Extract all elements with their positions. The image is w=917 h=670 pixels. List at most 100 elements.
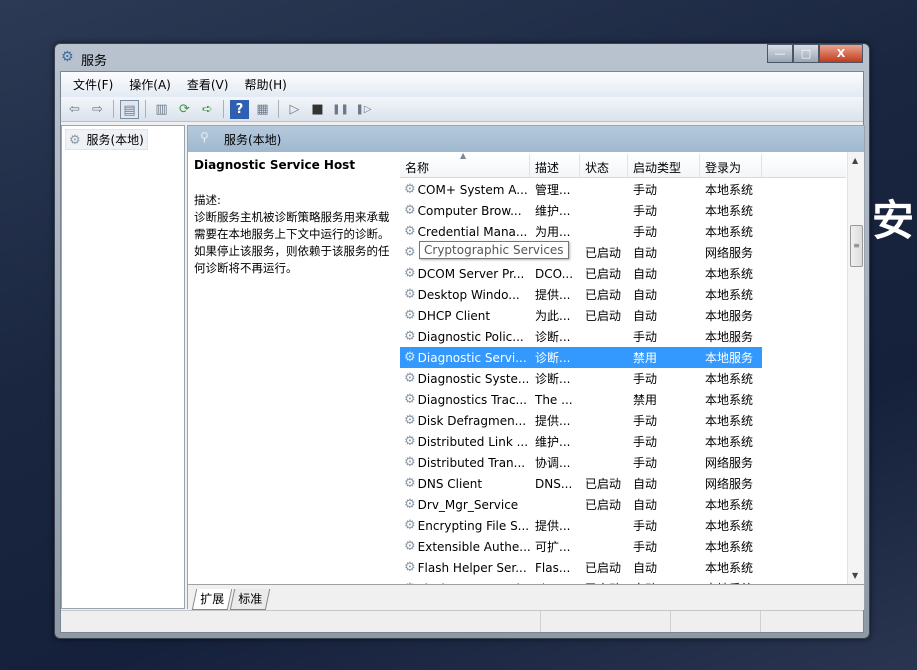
- cell-name: ⚙ Distributed Tran...: [400, 455, 530, 470]
- menu-view[interactable]: 查看(V): [179, 76, 237, 93]
- menu-file[interactable]: 文件(F): [65, 76, 121, 93]
- cell-startup-type: 手动: [633, 540, 658, 554]
- tree-item-services-local[interactable]: ⚙ 服务(本地): [65, 129, 148, 150]
- table-row[interactable]: ⚙ Diagnostic Servi... 诊断... 禁用 本地服务: [400, 347, 762, 368]
- gear-icon: ⚙: [404, 560, 416, 575]
- back-icon[interactable]: ⇦: [65, 100, 84, 119]
- column-header-name[interactable]: ▲ 名称: [400, 152, 530, 177]
- tab-standard[interactable]: 标准: [229, 589, 271, 610]
- cell-log-on-as: 本地系统: [705, 288, 754, 302]
- table-row[interactable]: ⚙ Diagnostic Polic... 诊断... 手动 本地服务: [400, 326, 762, 347]
- service-name: Diagnostic Service Host: [194, 158, 356, 172]
- table-row[interactable]: ⚙ Desktop Windo... 提供... 已启动 自动 本地系统: [400, 284, 762, 305]
- table-row[interactable]: ⚙ Credential Mana... 为用... 手动 本地系统: [400, 221, 762, 242]
- minimize-button[interactable]: —: [767, 44, 793, 63]
- cell-name: ⚙ Encrypting File S...: [400, 518, 530, 533]
- menu-action[interactable]: 操作(A): [121, 76, 179, 93]
- table-row[interactable]: ⚙ Disk Defragmen... 提供... 手动 本地系统: [400, 410, 762, 431]
- cell-name: ⚙ Desktop Windo...: [400, 287, 530, 302]
- maximize-button[interactable]: □: [793, 44, 819, 63]
- close-button[interactable]: X: [819, 44, 863, 63]
- cell-description: 诊断...: [535, 351, 571, 365]
- cell-name: ⚙ Credential Mana...: [400, 224, 530, 239]
- cell-description: 诊断...: [535, 330, 571, 344]
- cell-name-label: Computer Brow...: [417, 203, 522, 218]
- cell-startup-type: 手动: [633, 519, 658, 533]
- refresh-icon[interactable]: ⟳: [175, 100, 194, 119]
- column-header-log-on-as[interactable]: 登录为: [700, 154, 762, 177]
- gear-icon: ⚙: [404, 497, 416, 512]
- tab-extended[interactable]: 扩展: [191, 589, 233, 610]
- cell-name: ⚙ Distributed Link ...: [400, 434, 530, 449]
- view-icon[interactable]: ▦: [253, 100, 272, 119]
- cell-log-on-as: 本地服务: [705, 351, 754, 365]
- vertical-scrollbar[interactable]: ▲ ≡ ▼: [847, 152, 864, 584]
- status-section: [541, 611, 671, 632]
- help-icon[interactable]: ?: [230, 99, 249, 119]
- gear-icon: ⚙: [404, 224, 416, 239]
- cell-startup-type: 手动: [633, 225, 658, 239]
- table-row[interactable]: ⚙ Encrypting File S... 提供... 手动 本地系统: [400, 515, 762, 536]
- status-bar: [61, 610, 863, 632]
- table-row[interactable]: ⚙ Computer Brow... 维护... 手动 本地系统: [400, 200, 762, 221]
- cell-startup-type: 手动: [633, 435, 658, 449]
- cell-name-label: Flash Helper Ser...: [417, 560, 527, 575]
- tooltip: Cryptographic Services: [419, 241, 569, 259]
- table-row[interactable]: ⚙ DNS Client DNS... 已启动 自动 网络服务: [400, 473, 762, 494]
- scroll-down-icon[interactable]: ▼: [852, 571, 858, 580]
- pause-service-icon[interactable]: ❚❚: [331, 100, 350, 119]
- scroll-thumb[interactable]: ≡: [850, 225, 863, 267]
- cell-startup-type: 手动: [633, 456, 658, 470]
- properties-icon[interactable]: ▥: [152, 100, 171, 119]
- cell-name: ⚙ DHCP Client: [400, 308, 530, 323]
- cell-log-on-as: 网络服务: [705, 456, 754, 470]
- cell-log-on-as: 本地服务: [705, 330, 754, 344]
- status-section: [61, 611, 541, 632]
- table-row[interactable]: ⚙ Flash Helper Ser... Flas... 已启动 自动 本地系统: [400, 557, 762, 578]
- start-service-icon[interactable]: ▷: [285, 100, 304, 119]
- cell-name-label: COM+ System A...: [417, 182, 528, 197]
- column-header-startup-type[interactable]: 启动类型: [628, 154, 700, 177]
- cell-startup-type: 手动: [633, 330, 658, 344]
- cell-description: 维护...: [535, 435, 571, 449]
- table-row[interactable]: ⚙ Distributed Tran... 协调... 手动 网络服务: [400, 452, 762, 473]
- scroll-up-icon[interactable]: ▲: [852, 156, 858, 165]
- table-row[interactable]: ⚙ COM+ System A... 管理... 手动 本地系统: [400, 179, 762, 200]
- cell-startup-type: 手动: [633, 372, 658, 386]
- forward-icon[interactable]: ⇨: [88, 100, 107, 119]
- toolbar: ⇦ ⇨ ▤ ▥ ⟳ ➪ ? ▦ ▷ ■ ❚❚ ❚▷: [61, 97, 863, 122]
- table-row[interactable]: ⚙ Diagnostic Syste... 诊断... 手动 本地系统: [400, 368, 762, 389]
- gear-icon: ⚙: [404, 329, 416, 344]
- cell-log-on-as: 本地系统: [705, 225, 754, 239]
- column-header-description[interactable]: 描述: [530, 154, 580, 177]
- table-row[interactable]: ⚙ Extensible Authe... 可扩... 手动 本地系统: [400, 536, 762, 557]
- cell-name: ⚙ Diagnostic Polic...: [400, 329, 530, 344]
- status-section: [671, 611, 761, 632]
- cell-name: ⚙ Diagnostic Syste...: [400, 371, 530, 386]
- show-console-tree-icon[interactable]: ▤: [120, 99, 139, 119]
- gear-icon: ⚙: [404, 182, 416, 197]
- cell-name: ⚙ Diagnostics Trac...: [400, 392, 530, 407]
- title-bar[interactable]: ⚙ 服务 — □ X: [55, 44, 869, 71]
- cell-log-on-as: 本地系统: [705, 372, 754, 386]
- menu-help[interactable]: 帮助(H): [236, 76, 294, 93]
- cell-startup-type: 自动: [633, 309, 658, 323]
- table-row[interactable]: ⚙ DHCP Client 为此... 已启动 自动 本地服务: [400, 305, 762, 326]
- table-row[interactable]: ⚙ Diagnostics Trac... The ... 禁用 本地系统: [400, 389, 762, 410]
- export-list-icon[interactable]: ➪: [198, 100, 217, 119]
- table-row[interactable]: ⚙ Distributed Link ... 维护... 手动 本地系统: [400, 431, 762, 452]
- table-row[interactable]: ⚙ Drv_Mgr_Service 已启动 自动 本地系统: [400, 494, 762, 515]
- separator: [223, 100, 224, 118]
- background-character: 安: [872, 196, 915, 245]
- table-row[interactable]: ⚙ DCOM Server Pr... DCO... 已启动 自动 本地系统: [400, 263, 762, 284]
- resume-service-icon[interactable]: ❚▷: [354, 100, 373, 119]
- stop-service-icon[interactable]: ■: [308, 100, 327, 119]
- cell-description: 为用...: [535, 225, 571, 239]
- gear-icon: ⚙: [404, 518, 416, 533]
- search-icon: ⚲: [200, 130, 209, 144]
- column-header-status[interactable]: 状态: [580, 154, 628, 177]
- cell-name: ⚙ DCOM Server Pr...: [400, 266, 530, 281]
- tab-standard-label: 标准: [238, 592, 263, 606]
- cell-name-label: Distributed Tran...: [417, 455, 526, 470]
- cell-name: ⚙ Extensible Authe...: [400, 539, 530, 554]
